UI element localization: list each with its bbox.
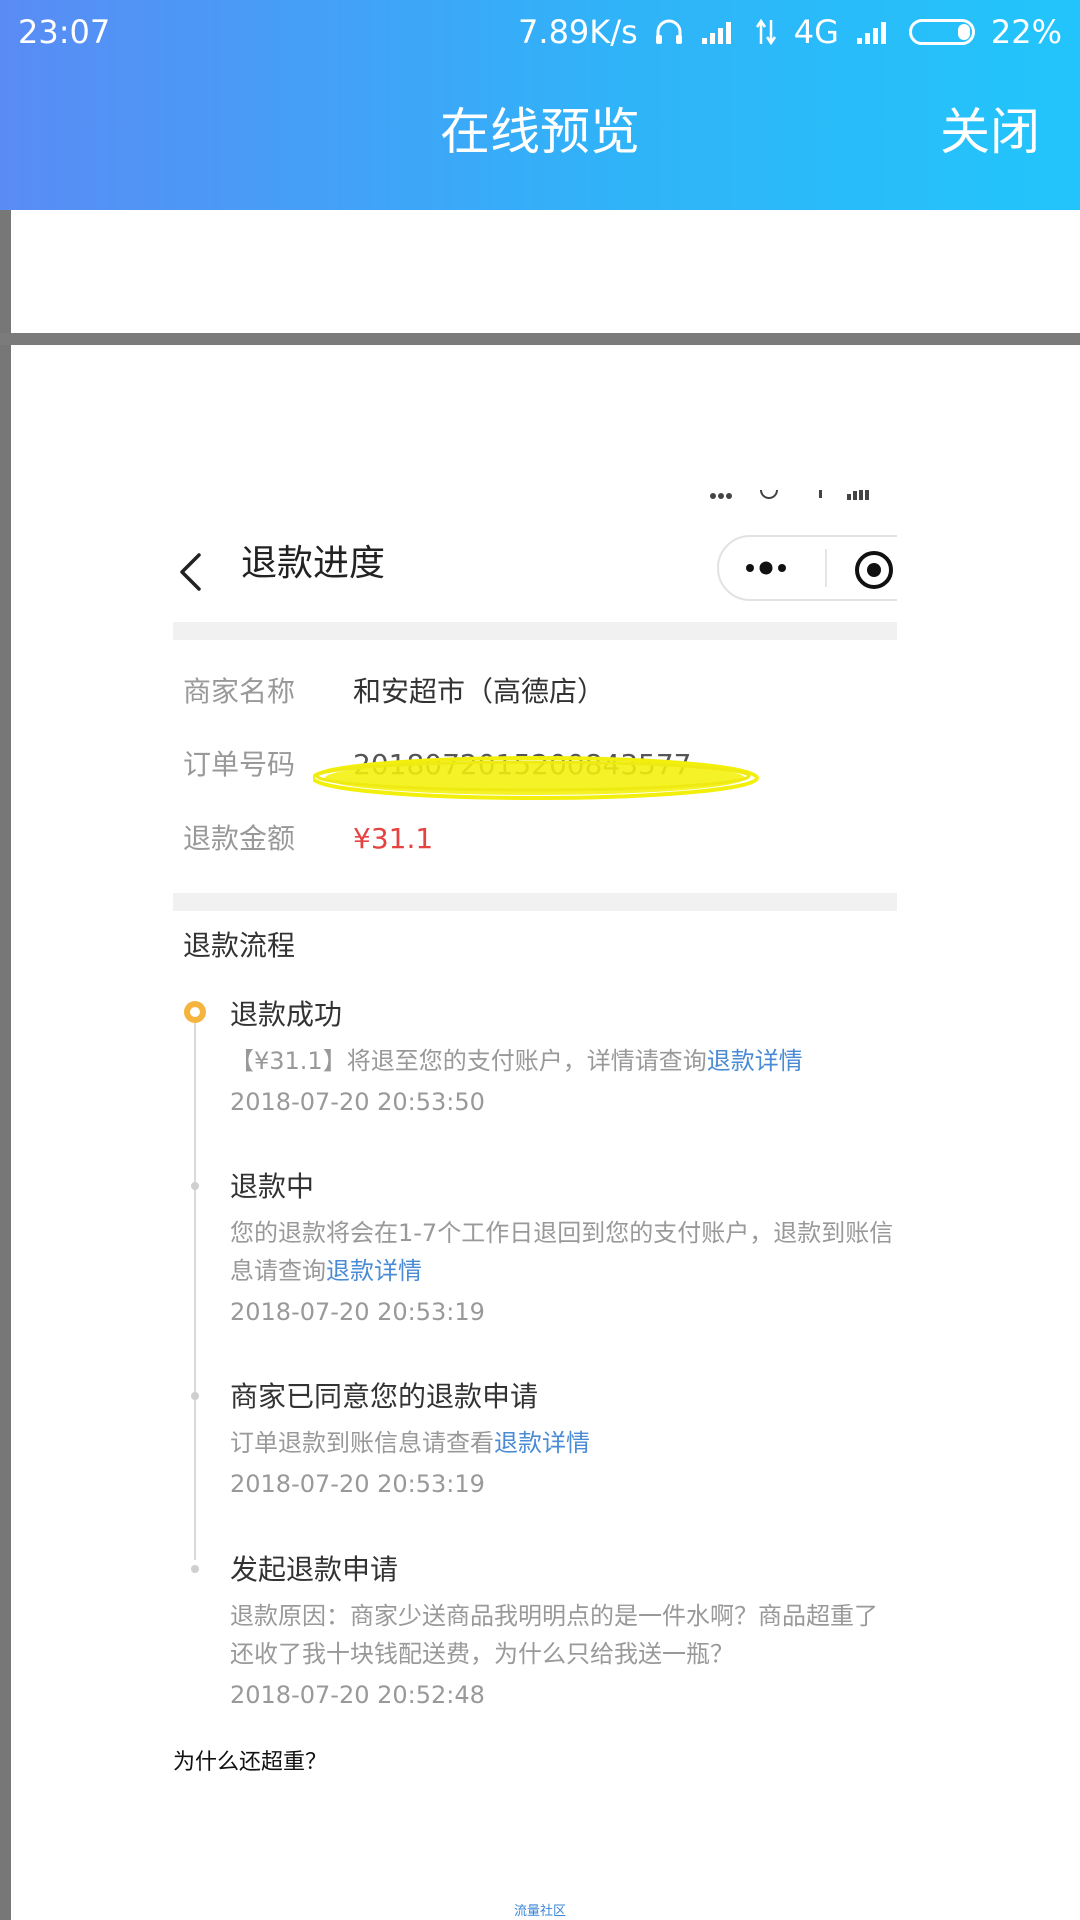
capsule-divider xyxy=(825,549,827,587)
miniprogram-capsule xyxy=(717,535,897,601)
order-label: 订单号码 xyxy=(183,748,296,781)
divider-band-middle xyxy=(173,893,897,911)
title-bar: 在线预览 关闭 xyxy=(0,64,1080,210)
status-bar: 23:07 7.89K/s 4G 22% xyxy=(0,0,1080,64)
timeline-step: 商家已同意您的退款申请 订单退款到账信息请查看退款详情 2018-07-20 2… xyxy=(230,1378,897,1502)
caption-text: 为什么还超重？ xyxy=(173,1750,328,1775)
viewport: 23:07 7.89K/s 4G 22% 在线预览 关闭 退款进度 商家名称 和… xyxy=(0,0,1080,1920)
back-chevron-icon[interactable] xyxy=(177,552,203,592)
amount-value: ¥31.1 xyxy=(353,822,434,855)
timeline-dot xyxy=(191,1392,199,1400)
timeline-active-dot xyxy=(184,1001,206,1023)
merchant-value: 和安超市（高德店） xyxy=(353,675,606,708)
refund-detail-link[interactable]: 退款详情 xyxy=(326,1257,422,1285)
headphones-icon xyxy=(654,17,684,47)
network-type: 4G xyxy=(793,13,839,51)
watermark-text: 流量社区 xyxy=(513,1904,566,1919)
refund-detail-link[interactable]: 退款详情 xyxy=(494,1429,590,1457)
timeline-step: 退款中 您的退款将会在1-7个工作日退回到您的支付账户，退款到账信息请查询退款详… xyxy=(230,1168,897,1330)
battery-icon xyxy=(908,19,975,45)
step-time: 2018-07-20 20:53:19 xyxy=(230,1298,485,1326)
step-desc-text: 订单退款到账信息请查看 xyxy=(230,1429,494,1457)
page-separator xyxy=(0,333,1080,345)
timeline-step: 退款成功 【¥31.1】将退至您的支付账户，详情请查询退款详情 2018-07-… xyxy=(230,996,897,1120)
step-desc-text: 【¥31.1】将退至您的支付账户，详情请查询 xyxy=(230,1047,707,1075)
step-title: 商家已同意您的退款申请 xyxy=(230,1380,539,1413)
page-gutter xyxy=(0,210,11,1920)
step-description: 【¥31.1】将退至您的支付账户，详情请查询退款详情 xyxy=(230,1042,897,1080)
step-description: 您的退款将会在1-7个工作日退回到您的支付账户，退款到账信息请查询退款详情 xyxy=(230,1214,897,1290)
step-time: 2018-07-20 20:53:19 xyxy=(230,1470,485,1498)
amount-label: 退款金额 xyxy=(183,822,296,855)
merchant-label: 商家名称 xyxy=(183,675,296,708)
step-title: 退款成功 xyxy=(230,998,343,1031)
signal-icon xyxy=(700,18,738,46)
step-title: 发起退款申请 xyxy=(230,1553,399,1586)
flow-section-title: 退款流程 xyxy=(183,929,296,962)
close-target-icon[interactable] xyxy=(853,549,895,591)
step-description: 订单退款到账信息请查看退款详情 xyxy=(230,1424,897,1462)
screenshot-status-icons xyxy=(707,490,897,507)
embedded-screenshot: 退款进度 商家名称 和安超市（高德店） 订单号码 201807201520084… xyxy=(173,490,897,1720)
screenshot-status-bar xyxy=(173,490,897,504)
divider-band-top xyxy=(173,622,897,640)
battery-percent: 22% xyxy=(990,13,1062,51)
step-description: 退款原因：商家少送商品我明明点的是一件水啊？商品超重了还收了我十块钱配送费，为什… xyxy=(230,1602,878,1668)
data-arrows-icon xyxy=(754,18,778,46)
page-title: 在线预览 xyxy=(440,103,640,161)
refund-detail-link[interactable]: 退款详情 xyxy=(707,1047,803,1075)
battery-fill xyxy=(957,24,970,40)
status-right-group: 7.89K/s 4G 22% xyxy=(518,12,1062,52)
timeline-line xyxy=(194,1015,196,1560)
step-title: 退款中 xyxy=(230,1170,315,1203)
app-header: 23:07 7.89K/s 4G 22% 在线预览 关闭 xyxy=(0,0,1080,210)
yellow-highlight-scribble xyxy=(313,756,759,800)
screenshot-title: 退款进度 xyxy=(241,543,386,584)
timeline-dot xyxy=(191,1565,199,1573)
status-time: 23:07 xyxy=(18,13,111,51)
net-speed: 7.89K/s xyxy=(518,13,638,51)
step-time: 2018-07-20 20:52:48 xyxy=(230,1681,485,1709)
timeline-dot xyxy=(191,1182,199,1190)
more-dots-icon[interactable] xyxy=(741,549,791,587)
timeline-step: 发起退款申请 退款原因：商家少送商品我明明点的是一件水啊？商品超重了还收了我十块… xyxy=(230,1551,897,1713)
step-time: 2018-07-20 20:53:50 xyxy=(230,1088,485,1116)
close-button[interactable]: 关闭 xyxy=(940,100,1040,164)
signal-icon-2 xyxy=(855,18,893,46)
